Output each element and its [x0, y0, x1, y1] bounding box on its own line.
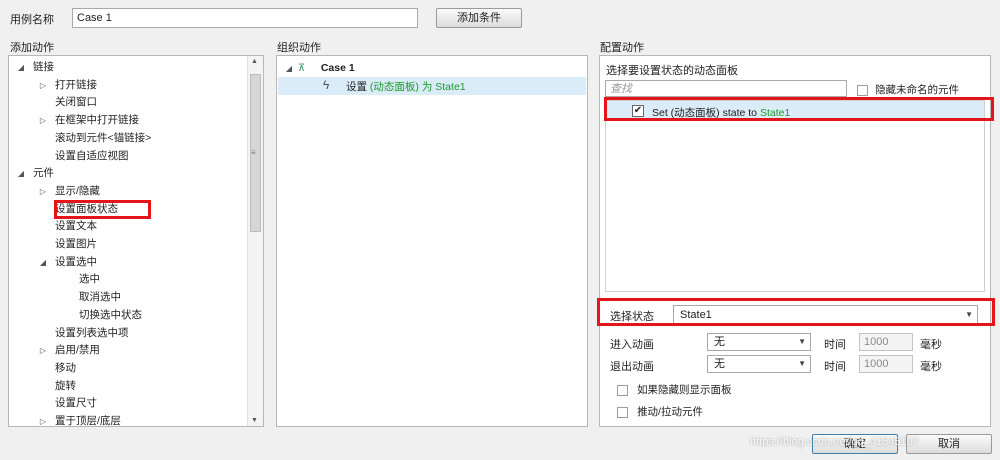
expand-arrow-icon[interactable]: ▷: [37, 183, 49, 200]
tree-item[interactable]: ◢ 设置选中: [37, 254, 97, 271]
configure-action-title: 配置动作: [600, 42, 644, 54]
add-condition-button[interactable]: 添加条件: [436, 8, 522, 28]
exit-anim-dropdown[interactable]: 无 ▼: [707, 355, 811, 373]
enter-time-label: 时间: [824, 339, 846, 351]
tree-item-label: 选中: [79, 273, 100, 286]
tree-item-label: 显示/隐藏: [55, 184, 100, 197]
organize-action-title: 组织动作: [277, 42, 321, 54]
exit-anim-label: 退出动画: [610, 361, 654, 373]
expand-arrow-icon[interactable]: ▷: [37, 77, 49, 94]
tree-item-label: 滚动到元件<锚链接>: [55, 131, 152, 144]
case-name-label: 用例名称: [10, 14, 54, 26]
tree-item-label: 取消选中: [79, 291, 121, 304]
enter-anim-label: 进入动画: [610, 339, 654, 351]
watermark: https://blog.csdn.net/qq_41545107: [750, 436, 919, 448]
tree-item-label: 设置文本: [55, 220, 97, 233]
tree-item[interactable]: 取消选中: [59, 289, 121, 306]
tree-item-label: 设置列表选中项: [55, 326, 129, 339]
lightning-icon: ϟ: [323, 78, 330, 92]
tree-item-label: 关闭窗口: [55, 96, 97, 109]
tree-item-label: 置于顶层/底层: [55, 415, 121, 427]
tree-item[interactable]: 切换选中状态: [59, 307, 142, 324]
tree-item[interactable]: 设置列表选中项: [37, 325, 129, 342]
case-name-input[interactable]: Case 1: [72, 8, 418, 28]
push-pull-checkbox[interactable]: 推动/拉动元件: [617, 404, 703, 419]
expand-arrow-icon[interactable]: ◢: [37, 254, 49, 271]
tree-item[interactable]: 关闭窗口: [37, 94, 97, 111]
tree-item-label: 旋转: [55, 379, 76, 392]
tree-item-label: 切换选中状态: [79, 308, 142, 321]
tree-item[interactable]: ▷ 启用/禁用: [37, 342, 100, 359]
case-icon: ⊼: [297, 63, 306, 74]
tree-item-label: 链接: [33, 61, 54, 73]
tree-item[interactable]: ▷ 在框架中打开链接: [37, 112, 139, 129]
exit-time-label: 时间: [824, 361, 846, 373]
add-action-tree[interactable]: ◢ 链接 ▷ 打开链接关闭窗口 ▷ 在框架中打开链接 滚动到元件<锚链接> 设置自适应视图 ◢ 元…: [8, 55, 264, 427]
organize-actions-panel[interactable]: ◢ ⊼ Case 1 ϟ 设置 (动态面板) 为 State1: [276, 55, 588, 427]
tree-item-label: 元件: [33, 167, 54, 180]
enter-ms-label: 毫秒: [920, 339, 942, 351]
tree-item-label: 打开链接: [55, 78, 97, 91]
tree-item-label: 设置图片: [55, 238, 97, 250]
tree-item[interactable]: 旋转: [37, 378, 76, 395]
checkbox-icon[interactable]: [617, 384, 628, 396]
exit-time-input[interactable]: 1000: [859, 355, 913, 373]
enter-time-input[interactable]: 1000: [859, 333, 913, 351]
tree-item-label: 设置自适应视图: [55, 149, 129, 162]
tree-item-label: 移动: [55, 361, 76, 374]
tree-item-label: 启用/禁用: [55, 344, 100, 357]
highlight-set-panel-state: [54, 200, 151, 219]
add-action-title: 添加动作: [10, 42, 54, 54]
tree-item[interactable]: ▷ 置于顶层/底层: [37, 413, 121, 427]
dropdown-arrow-icon: ▼: [798, 337, 806, 346]
scroll-up-icon[interactable]: ▲: [251, 58, 258, 65]
tree-item[interactable]: 设置自适应视图: [37, 148, 129, 165]
expand-arrow-icon[interactable]: ◢: [15, 165, 27, 182]
tree-item-label: 设置尺寸: [55, 397, 97, 410]
tree-item[interactable]: ▷ 打开链接: [37, 77, 97, 94]
show-if-hidden-checkbox[interactable]: 如果隐藏则显示面板: [617, 382, 732, 397]
enter-anim-dropdown[interactable]: 无 ▼: [707, 333, 811, 351]
expand-arrow-icon[interactable]: ▷: [37, 413, 49, 426]
tree-item[interactable]: 选中: [59, 271, 100, 288]
exit-ms-label: 毫秒: [920, 361, 942, 373]
tree-scrollbar[interactable]: ▲ ≡ ▼: [247, 56, 263, 426]
tree-item[interactable]: ◢ 元件: [15, 165, 54, 182]
tree-item[interactable]: ◢ 链接: [15, 59, 54, 76]
grip-icon: ≡: [251, 148, 256, 157]
highlight-panel-item: [604, 97, 994, 121]
tree-item-label: 在框架中打开链接: [55, 114, 139, 127]
expand-arrow-icon[interactable]: ◢: [15, 59, 27, 76]
checkbox-icon[interactable]: [617, 406, 628, 418]
tree-item-label: 设置选中: [55, 255, 97, 268]
configure-subtitle: 选择要设置状态的动态面板: [606, 65, 738, 77]
case-label: Case 1: [320, 62, 355, 74]
checkbox-icon[interactable]: [857, 84, 868, 96]
tree-item[interactable]: 设置尺寸: [37, 395, 97, 412]
scroll-down-icon[interactable]: ▼: [251, 417, 258, 424]
action-text: 设置 (动态面板) 为 State1: [346, 81, 466, 93]
case-row[interactable]: ◢ ⊼ Case 1: [283, 60, 355, 77]
hide-unnamed-checkbox[interactable]: 隐藏未命名的元件: [857, 82, 959, 97]
expand-arrow-icon[interactable]: ▷: [37, 342, 49, 359]
tree-item[interactable]: 滚动到元件<锚链接>: [37, 130, 151, 147]
expand-arrow-icon[interactable]: ▷: [37, 112, 49, 129]
tree-item[interactable]: 设置图片: [37, 236, 97, 253]
highlight-select-state: [597, 298, 995, 326]
tree-item[interactable]: 设置文本: [37, 218, 97, 235]
tree-item[interactable]: 移动: [37, 360, 76, 377]
search-input[interactable]: 查找: [605, 80, 847, 97]
dropdown-arrow-icon: ▼: [798, 359, 806, 368]
tree-item[interactable]: ▷ 显示/隐藏: [37, 183, 100, 200]
action-row-selected[interactable]: ϟ 设置 (动态面板) 为 State1: [278, 77, 586, 95]
expand-arrow-icon[interactable]: ◢: [283, 60, 295, 77]
panel-list[interactable]: ✔ Set (动态面板) state to State1: [605, 100, 985, 292]
